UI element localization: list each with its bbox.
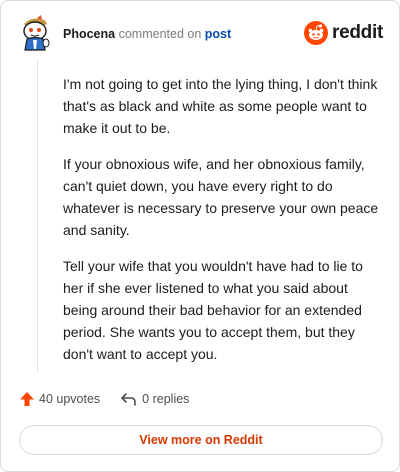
reply-button[interactable]: 0 replies	[120, 391, 189, 407]
reply-count: 0 replies	[142, 392, 190, 406]
reddit-logo[interactable]: reddit	[304, 19, 383, 47]
comment-header: Phocena commented on post reddit	[17, 15, 383, 51]
comment-actions: 40 upvotes 0 replies	[19, 389, 209, 409]
comment-body: I'm not going to get into the lying thin…	[63, 73, 379, 379]
upvote-button[interactable]: 40 upvotes	[19, 391, 100, 407]
comment-paragraph: If your obnoxious wife, and her obnoxiou…	[63, 156, 379, 238]
author-name[interactable]: Phocena	[63, 27, 115, 41]
comment-byline: Phocena commented on post	[63, 26, 231, 42]
upvote-count: 40 upvotes	[39, 392, 101, 406]
byline-verb: commented on	[118, 27, 202, 41]
upvote-arrow-icon	[20, 392, 34, 406]
snoo-avatar-icon[interactable]	[19, 15, 53, 51]
thread-line	[37, 59, 38, 373]
reddit-snoo-icon	[304, 21, 329, 45]
comment-paragraph: Tell your wife that you wouldn't have ha…	[63, 258, 363, 362]
reply-arrow-icon	[121, 393, 136, 406]
comment-paragraph: I'm not going to get into the lying thin…	[63, 76, 378, 136]
post-link[interactable]: post	[205, 27, 231, 41]
reddit-wordmark: reddit	[332, 22, 383, 43]
embedded-comment-card: Phocena commented on post reddit I'm not…	[0, 0, 400, 472]
view-more-button[interactable]: View more on Reddit	[19, 425, 383, 455]
